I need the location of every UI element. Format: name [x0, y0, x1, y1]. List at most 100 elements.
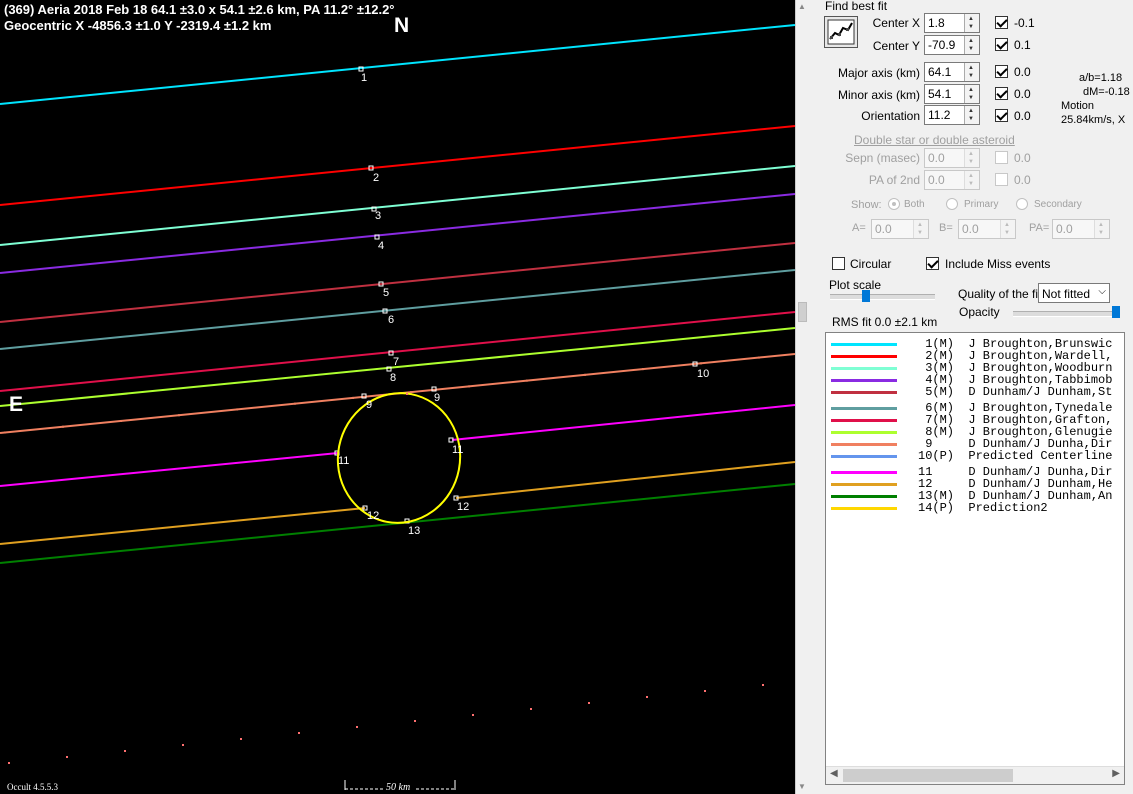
- legend-swatch: [831, 419, 897, 422]
- prediction-dot: [762, 684, 764, 686]
- fit-panel: Find best fit Center X 1.8 ▲ ▼ -0.1 Cente…: [808, 0, 1133, 794]
- occultation-plot[interactable]: 1 2 3 4 5 6 7 8 9 9 10 11 11 12 12 13 (369) Aeria 2018 …: [0, 0, 795, 794]
- show-primary-radio[interactable]: [946, 198, 958, 210]
- legend-swatch: [831, 507, 897, 510]
- pa-2nd-input[interactable]: 0.0 ▲ ▼: [924, 170, 980, 190]
- dm-value: dM=-0.18: [1083, 86, 1130, 98]
- center-y-input[interactable]: -70.9 ▲ ▼: [924, 35, 980, 55]
- orientation-input[interactable]: 11.2 ▲ ▼: [924, 105, 980, 125]
- scroll-down-icon[interactable]: ▼: [798, 782, 806, 791]
- major-axis-label: Major axis (km): [837, 66, 920, 80]
- pa-2nd-checkbox[interactable]: [995, 173, 1008, 186]
- plot-scale-thumb[interactable]: [862, 290, 870, 302]
- prediction-dot: [356, 726, 358, 728]
- chord-tick: [758, 356, 760, 359]
- pa-input[interactable]: 0.0 ▲ ▼: [1052, 219, 1110, 239]
- show-both-radio[interactable]: [888, 198, 900, 210]
- sepn-label: Sepn (masec): [845, 151, 920, 165]
- prediction-dot: [414, 720, 416, 722]
- show-both-label: Both: [904, 199, 925, 210]
- plot-scale-slider[interactable]: [830, 294, 935, 300]
- opacity-thumb[interactable]: [1112, 306, 1120, 318]
- chord-tick: [642, 368, 644, 371]
- pa-label: PA=: [1029, 222, 1050, 234]
- center-x-checkbox[interactable]: [995, 16, 1008, 29]
- chord-number: 8: [390, 372, 396, 384]
- show-secondary-radio[interactable]: [1016, 198, 1028, 210]
- legend-swatch: [831, 495, 897, 498]
- scroll-left-icon[interactable]: ◀: [830, 768, 838, 779]
- orientation-label: Orientation: [861, 109, 920, 123]
- prediction-dot: [530, 708, 532, 710]
- legend-swatch: [831, 391, 897, 394]
- sepn-checkbox[interactable]: [995, 151, 1008, 164]
- chord-line: [0, 452, 339, 487]
- prediction-dot: [704, 690, 706, 692]
- prediction-dot: [182, 744, 184, 746]
- chord-number: 12: [457, 501, 469, 513]
- minor-axis-checkbox[interactable]: [995, 87, 1008, 100]
- splitter-thumb[interactable]: [798, 302, 807, 322]
- sepn-input[interactable]: 0.0 ▲ ▼: [924, 148, 980, 168]
- find-best-fit-button[interactable]: [824, 16, 858, 48]
- chord-line: [451, 404, 795, 441]
- splitter-scrollbar[interactable]: ▲ ▼: [795, 0, 808, 794]
- quality-dropdown[interactable]: Not fitted ⌵: [1038, 283, 1110, 303]
- chord-tick: [236, 408, 238, 411]
- minor-axis-input[interactable]: 54.1 ▲ ▼: [924, 84, 980, 104]
- legend-swatch: [831, 483, 897, 486]
- chord-number: 11: [452, 444, 463, 456]
- b-label: B=: [939, 222, 953, 234]
- circular-checkbox[interactable]: [832, 257, 845, 270]
- motion-label: Motion: [1061, 100, 1095, 112]
- center-x-input[interactable]: 1.8 ▲ ▼: [924, 13, 980, 33]
- minor-axis-label: Minor axis (km): [837, 88, 920, 102]
- show-label: Show:: [851, 199, 882, 211]
- major-axis-checkbox[interactable]: [995, 65, 1008, 78]
- chevron-down-icon: ⌵: [1098, 286, 1106, 297]
- chord-tick: [584, 373, 586, 376]
- chord-line: [455, 461, 795, 499]
- include-miss-checkbox[interactable]: [926, 257, 939, 270]
- chord-number: 10: [697, 368, 709, 380]
- b-input[interactable]: 0.0 ▲ ▼: [958, 219, 1016, 239]
- pa-2nd-label: PA of 2nd: [868, 173, 920, 187]
- chord-number: 6: [388, 314, 394, 326]
- chord-number: 7: [393, 356, 399, 368]
- plot-scale-label: Plot scale: [829, 278, 882, 292]
- legend-swatch: [831, 443, 897, 446]
- orientation-delta: 0.0: [1014, 109, 1031, 123]
- chord-number: 11: [338, 455, 349, 467]
- fit-graph-icon: [827, 19, 855, 45]
- plot-title-line1: (369) Aeria 2018 Feb 18 64.1 ±3.0 x 54.1…: [4, 2, 395, 17]
- chord-tick: [120, 419, 122, 422]
- legend-swatch: [831, 471, 897, 474]
- legend-horizontal-scrollbar[interactable]: ◀ ▶: [826, 766, 1124, 784]
- circular-label: Circular: [850, 257, 892, 271]
- chord-tick: [468, 385, 470, 388]
- chord-tick: [178, 414, 180, 417]
- legend-text: 5(M) D Dunham/J Dunham,St: [918, 385, 1113, 399]
- ellipse-center-dot: [406, 393, 408, 395]
- legend-swatch: [831, 379, 897, 382]
- opacity-slider[interactable]: [1013, 311, 1119, 317]
- legend-scroll-thumb[interactable]: [843, 769, 1013, 782]
- center-x-label: Center X: [872, 16, 920, 30]
- center-y-checkbox[interactable]: [995, 38, 1008, 51]
- north-label: N: [394, 14, 410, 37]
- prediction-dot: [588, 702, 590, 704]
- a-input[interactable]: 0.0 ▲ ▼: [871, 219, 929, 239]
- double-star-link[interactable]: Double star or double asteroid: [854, 133, 1015, 147]
- major-axis-input[interactable]: 64.1 ▲ ▼: [924, 62, 980, 82]
- scroll-up-icon[interactable]: ▲: [798, 2, 806, 11]
- motion-value: 25.84km/s, X: [1061, 114, 1126, 126]
- prediction-dot: [472, 714, 474, 716]
- orientation-checkbox[interactable]: [995, 109, 1008, 122]
- chord-legend-list[interactable]: 1(M) J Broughton,Brunswic 2(M) J Brought…: [825, 332, 1125, 785]
- a-label: A=: [852, 222, 866, 234]
- chord-tick: [294, 402, 296, 405]
- ab-ratio: a/b=1.18: [1079, 72, 1123, 84]
- scroll-right-icon[interactable]: ▶: [1112, 768, 1120, 779]
- show-secondary-label: Secondary: [1034, 199, 1082, 210]
- chord-tick: [700, 362, 702, 365]
